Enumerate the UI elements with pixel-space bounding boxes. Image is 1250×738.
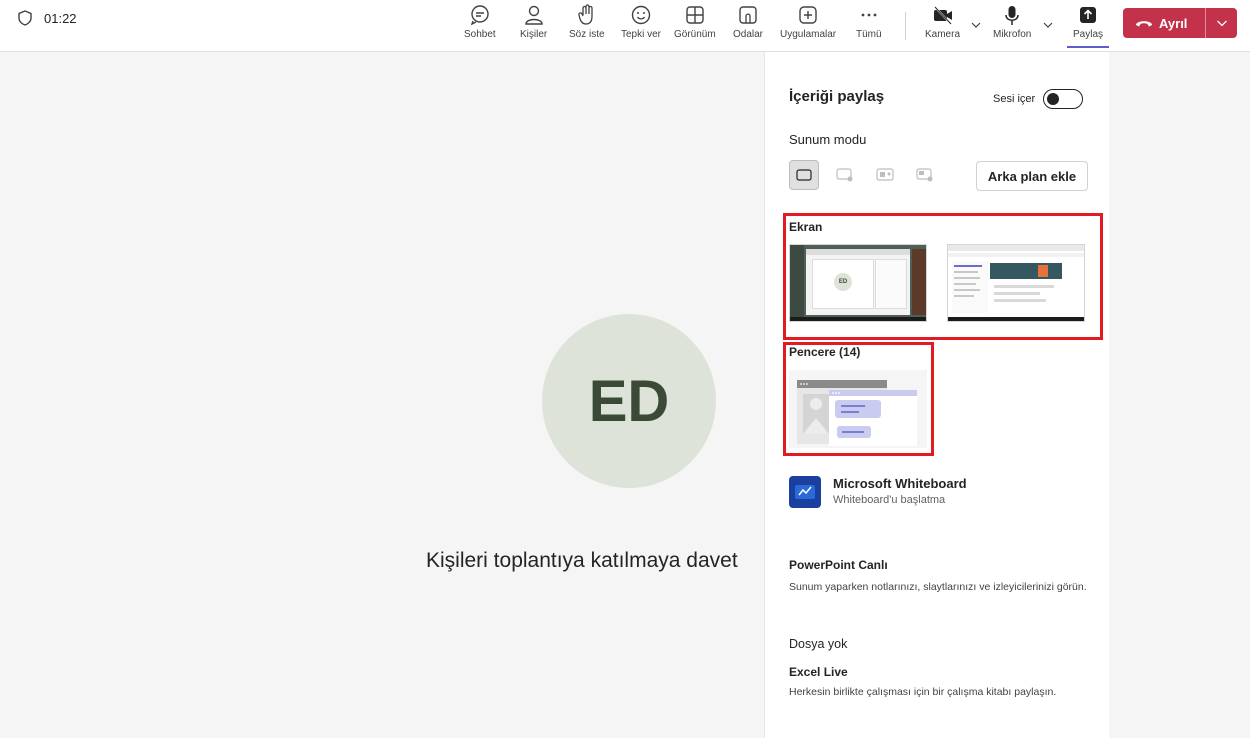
reporter-icon — [916, 168, 933, 182]
meeting-stage: ED Kişileri toplantıya katılmaya davet — [5, 52, 764, 738]
share-label: Paylaş — [1073, 29, 1104, 40]
people-icon — [524, 5, 543, 25]
mic-button[interactable]: Mikrofon — [993, 4, 1031, 40]
thumbnail-avatar: ED — [834, 273, 852, 291]
add-icon — [799, 6, 817, 24]
invite-people-text: Kişileri toplantıya katılmaya davet — [426, 549, 738, 572]
rooms-button[interactable]: Odalar — [733, 4, 763, 40]
toolbar-divider — [905, 12, 906, 40]
more-label: Tümü — [856, 29, 882, 40]
share-button[interactable]: Paylaş — [1073, 4, 1103, 40]
react-label: Tepki ver — [621, 29, 662, 40]
no-files-text: Dosya yok — [789, 637, 848, 651]
more-icon — [861, 13, 877, 17]
whiteboard-subtitle: Whiteboard'u başlatma — [833, 494, 946, 506]
camera-options-chevron-icon[interactable] — [970, 18, 982, 30]
excel-live-description: Herkesin birlikte çalışması için bir çal… — [789, 686, 1057, 698]
camera-label: Kamera — [925, 29, 961, 40]
apps-button[interactable]: Uygulamalar — [780, 4, 836, 40]
share-panel-title: İçeriği paylaş — [789, 88, 885, 105]
view-button[interactable]: Görünüm — [674, 4, 716, 40]
leave-options-button[interactable] — [1206, 8, 1237, 38]
camera-off-icon — [933, 6, 952, 25]
smile-icon — [631, 5, 651, 25]
window-section-label: Pencere (14) — [789, 345, 861, 359]
right-background — [1109, 52, 1250, 738]
rooms-icon — [739, 6, 757, 24]
standout-icon — [836, 168, 853, 182]
apps-label: Uygulamalar — [780, 29, 837, 40]
window-thumbnail[interactable] — [789, 370, 927, 448]
meeting-timer: 01:22 — [18, 10, 77, 26]
presenter-mode-side-by-side[interactable] — [870, 160, 900, 190]
view-label: Görünüm — [674, 29, 716, 40]
raise-hand-label: Söz iste — [569, 29, 605, 40]
chevron-down-icon — [1216, 20, 1227, 27]
add-background-button[interactable]: Arka plan ekle — [976, 161, 1088, 191]
rooms-label: Odalar — [733, 29, 764, 40]
screen-2-thumbnail[interactable] — [947, 244, 1085, 322]
microphone-icon — [1005, 6, 1019, 25]
excel-live-title[interactable]: Excel Live — [789, 665, 848, 679]
mic-label: Mikrofon — [993, 29, 1032, 40]
people-label: Kişiler — [520, 29, 548, 40]
hand-icon — [578, 4, 593, 25]
whiteboard-title: Microsoft Whiteboard — [833, 476, 967, 491]
meeting-toolbar: 01:22 Sohbet Kişiler Söz iste Tepki ver … — [0, 0, 1250, 52]
window-placeholder-icon — [797, 380, 917, 446]
mic-options-chevron-icon[interactable] — [1042, 18, 1054, 30]
presenter-mode-content-only[interactable] — [789, 160, 819, 190]
presenter-mode-label: Sunum modu — [789, 132, 867, 147]
whiteboard-option[interactable]: Microsoft Whiteboard Whiteboard'u başlat… — [789, 476, 967, 508]
share-screen-icon — [1080, 7, 1096, 23]
content-only-icon — [796, 169, 812, 181]
shield-icon — [18, 10, 32, 26]
grid-icon — [686, 6, 704, 24]
share-active-indicator — [1067, 46, 1109, 48]
screen-1-thumbnail[interactable]: ED — [789, 244, 927, 322]
powerpoint-live-description: Sunum yaparken notlarınızı, slaytlarınız… — [789, 581, 1087, 593]
hang-up-icon — [1136, 21, 1152, 27]
share-content-panel: İçeriği paylaş Sesi içer Sunum modu Arka… — [764, 52, 1109, 738]
leave-label: Ayrıl — [1159, 15, 1188, 31]
participant-avatar: ED — [542, 314, 716, 488]
chat-label: Sohbet — [464, 29, 496, 40]
camera-button[interactable]: Kamera — [925, 4, 960, 40]
include-sound-label: Sesi içer — [993, 93, 1036, 105]
react-button[interactable]: Tepki ver — [621, 4, 661, 40]
presenter-mode-standout[interactable] — [830, 160, 860, 190]
powerpoint-live-title: PowerPoint Canlı — [789, 558, 888, 572]
chat-icon — [470, 5, 489, 26]
timer-text: 01:22 — [44, 10, 77, 26]
more-button[interactable]: Tümü — [856, 4, 882, 40]
include-sound-control: Sesi içer — [993, 89, 1084, 109]
whiteboard-icon — [789, 476, 821, 508]
raise-hand-button[interactable]: Söz iste — [569, 4, 605, 40]
chat-button[interactable]: Sohbet — [464, 4, 496, 40]
people-button[interactable]: Kişiler — [520, 4, 547, 40]
side-by-side-icon — [876, 168, 894, 181]
screen-section-label: Ekran — [789, 220, 823, 234]
leave-button[interactable]: Ayrıl — [1123, 8, 1205, 38]
presenter-mode-reporter[interactable] — [910, 160, 940, 190]
include-sound-toggle[interactable] — [1043, 89, 1084, 109]
leave-button-group: Ayrıl — [1123, 8, 1237, 38]
